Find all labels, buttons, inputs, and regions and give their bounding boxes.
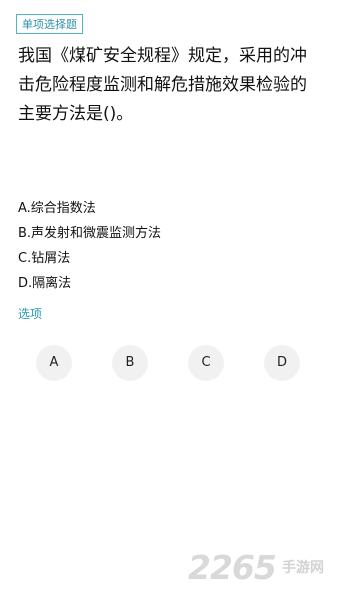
choice-d-button[interactable]: D (264, 345, 300, 381)
option-c[interactable]: C.钻屑法 (18, 246, 318, 271)
option-b[interactable]: B.声发射和微震监测方法 (18, 221, 318, 246)
question-type-badge: 单项选择题 (16, 14, 83, 34)
watermark-digits: 2265 (188, 548, 277, 587)
option-list: A.综合指数法 B.声发射和微震监测方法 C.钻屑法 D.隔离法 (18, 196, 318, 296)
answer-section-label: 选项 (18, 307, 43, 321)
answer-choice-row: A B C D (36, 345, 302, 381)
option-a[interactable]: A.综合指数法 (18, 196, 318, 221)
choice-b-button[interactable]: B (112, 345, 148, 381)
choice-c-button[interactable]: C (188, 345, 224, 381)
option-d[interactable]: D.隔离法 (18, 271, 318, 296)
watermark-text: 手游网 (282, 560, 324, 576)
question-text: 我国《煤矿安全规程》规定，采用的冲击危险程度监测和解危措施效果检验的主要方法是(… (18, 46, 307, 124)
choice-a-button[interactable]: A (36, 345, 72, 381)
watermark-logo: 2265 手游网 (188, 548, 334, 588)
